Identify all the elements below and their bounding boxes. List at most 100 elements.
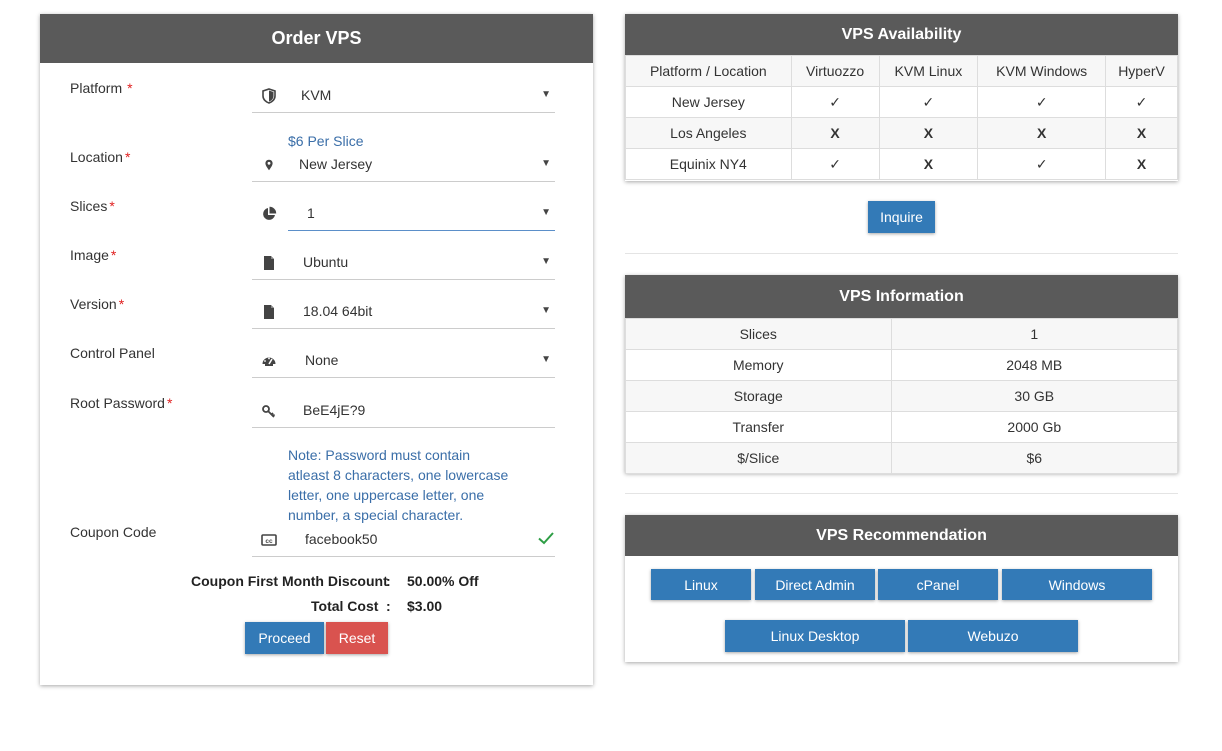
valid-check-icon (538, 532, 554, 545)
table-row: Storage 30 GB (625, 380, 1179, 412)
image-select[interactable]: Ubuntu ▼ (252, 246, 555, 280)
control-panel-value: None (305, 352, 339, 368)
chevron-down-icon: ▼ (541, 207, 551, 218)
version-label: Version (70, 296, 117, 312)
availability-cell: X (878, 148, 979, 180)
info-value: 2000 Gb (890, 411, 1179, 443)
availability-cell: X (878, 117, 979, 149)
availability-cell: ✓ (790, 148, 880, 180)
availability-cell: X (790, 117, 880, 149)
availability-cell: X (1105, 148, 1178, 180)
total-separator: : (386, 598, 391, 614)
info-key: Transfer (625, 411, 892, 443)
key-icon (262, 405, 276, 418)
required-mark: * (124, 149, 131, 165)
table-row: Los Angeles X X X X (625, 117, 1178, 149)
pie-chart-icon (263, 206, 277, 220)
webuzo-button[interactable]: Webuzo (908, 620, 1078, 652)
slices-select[interactable]: 1 ▼ (252, 197, 555, 231)
platform-label: Platform (70, 80, 123, 96)
column-header: Platform / Location (625, 55, 792, 87)
total-cost-value: $3.00 (407, 598, 443, 614)
table-row: Slices 1 (625, 318, 1179, 350)
required-mark: * (127, 80, 133, 96)
required-mark: * (118, 296, 125, 312)
chevron-down-icon: ▼ (541, 305, 551, 316)
availability-cell: ✓ (878, 86, 979, 118)
table-row: $/Slice $6 (625, 442, 1179, 474)
availability-header-row: Platform / Location Virtuozzo KVM Linux … (625, 55, 1178, 87)
information-table: Slices 1 Memory 2048 MB Storage 30 GB Tr… (625, 318, 1179, 474)
location-value: New Jersey (299, 156, 373, 172)
password-requirements-note: Note: Password must contain atleast 8 ch… (288, 447, 509, 523)
info-key: Storage (625, 380, 892, 412)
svg-text:cc: cc (265, 538, 273, 545)
slices-label: Slices (70, 198, 108, 214)
file-icon (264, 305, 274, 319)
inquire-button[interactable]: Inquire (868, 201, 935, 233)
column-header: Virtuozzo (790, 55, 880, 87)
location-cell: New Jersey (625, 86, 792, 118)
chevron-down-icon: ▼ (541, 354, 551, 365)
reset-button[interactable]: Reset (326, 622, 388, 654)
slices-value: 1 (307, 205, 315, 221)
control-panel-label: Control Panel (70, 345, 155, 361)
discount-separator: : (386, 573, 391, 589)
proceed-button[interactable]: Proceed (245, 622, 324, 654)
coupon-input[interactable]: cc facebook50 (252, 523, 555, 557)
required-mark: * (110, 247, 117, 263)
order-vps-title: Order VPS (40, 14, 593, 63)
availability-cell: ✓ (1105, 86, 1178, 118)
vps-availability-panel: VPS Availability Platform / Location Vir… (625, 14, 1178, 181)
control-panel-select[interactable]: None ▼ (252, 344, 555, 378)
availability-cell: X (1105, 117, 1178, 149)
chevron-down-icon: ▼ (541, 158, 551, 169)
shield-icon (262, 88, 276, 104)
info-value: 2048 MB (890, 349, 1179, 381)
location-label: Location (70, 149, 123, 165)
info-value: 30 GB (890, 380, 1179, 412)
root-password-label: Root Password (70, 395, 165, 411)
column-header: KVM Linux (878, 55, 979, 87)
availability-cell: ✓ (790, 86, 880, 118)
version-value: 18.04 64bit (303, 303, 373, 319)
column-header: HyperV (1105, 55, 1178, 87)
windows-button[interactable]: Windows (1002, 569, 1152, 600)
map-marker-icon (265, 159, 273, 171)
table-row: New Jersey ✓ ✓ ✓ ✓ (625, 86, 1178, 118)
image-value: Ubuntu (303, 254, 349, 270)
discount-value: 50.00% Off (407, 573, 479, 589)
table-row: Memory 2048 MB (625, 349, 1179, 381)
location-select[interactable]: New Jersey ▼ (252, 148, 555, 182)
location-cell: Los Angeles (625, 117, 792, 149)
availability-cell: X (977, 117, 1107, 149)
direct-admin-button[interactable]: Direct Admin (755, 569, 875, 600)
platform-select[interactable]: KVM ▼ (252, 79, 555, 113)
divider (625, 493, 1178, 494)
location-cell: Equinix NY4 (625, 148, 792, 180)
chevron-down-icon: ▼ (541, 256, 551, 267)
info-value: 1 (890, 318, 1179, 350)
cpanel-button[interactable]: cPanel (878, 569, 998, 600)
table-row: Equinix NY4 ✓ X ✓ X (625, 148, 1178, 180)
linux-desktop-button[interactable]: Linux Desktop (725, 620, 905, 652)
availability-cell: ✓ (977, 86, 1107, 118)
availability-cell: ✓ (977, 148, 1107, 180)
chevron-down-icon: ▼ (541, 89, 551, 100)
divider (625, 253, 1178, 254)
version-select[interactable]: 18.04 64bit ▼ (252, 295, 555, 329)
availability-table: Platform / Location Virtuozzo KVM Linux … (625, 55, 1178, 180)
file-icon (264, 256, 274, 270)
vps-recommendation-panel: VPS Recommendation Linux Direct Admin cP… (625, 515, 1178, 662)
root-password-input[interactable]: BeE4jE?9 (252, 394, 555, 428)
table-row: Transfer 2000 Gb (625, 411, 1179, 443)
dashboard-icon (262, 357, 276, 366)
total-cost-label: Total Cost (311, 598, 379, 614)
info-value: $6 (890, 442, 1179, 474)
info-key: Memory (625, 349, 892, 381)
info-key: Slices (625, 318, 892, 350)
platform-value: KVM (301, 87, 332, 103)
required-mark: * (166, 395, 173, 411)
coupon-label: Coupon Code (70, 524, 157, 540)
linux-button[interactable]: Linux (651, 569, 751, 600)
